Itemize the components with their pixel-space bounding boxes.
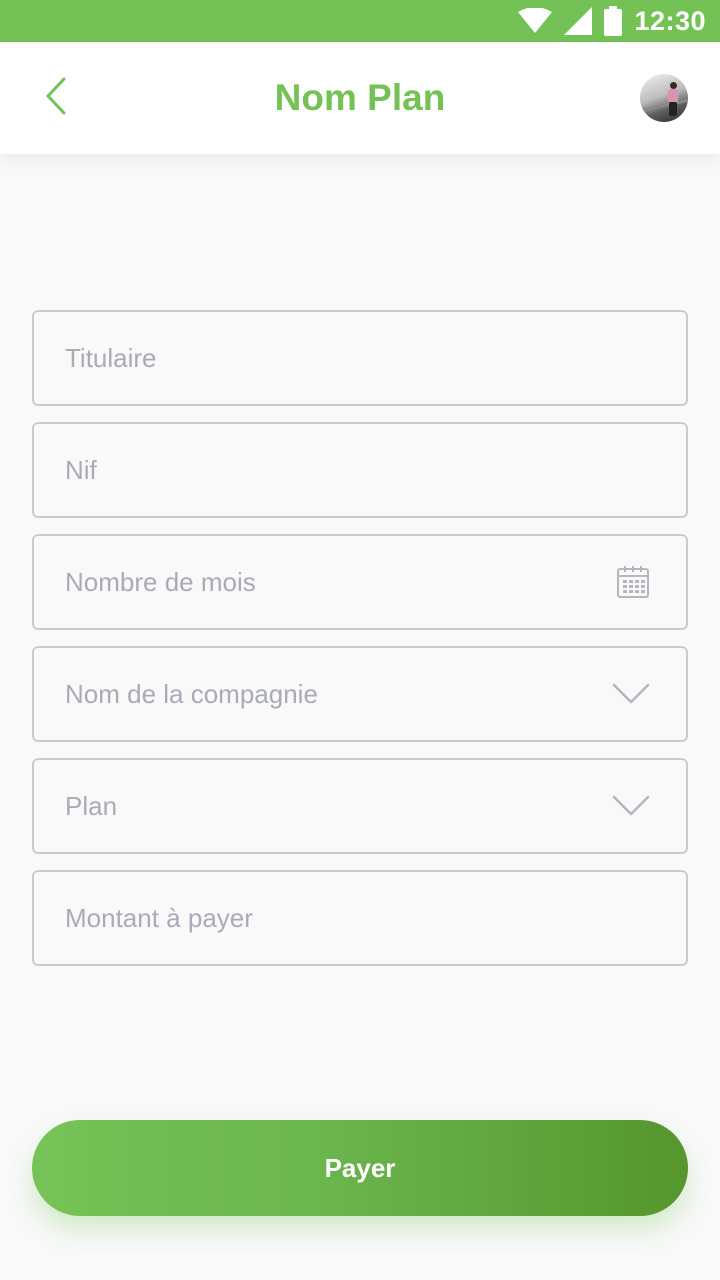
user-avatar[interactable] (640, 74, 688, 122)
payment-form (32, 310, 688, 982)
status-bar: 12:30 (0, 0, 720, 42)
nif-field (32, 422, 688, 518)
nom-de-la-compagnie-select[interactable] (34, 648, 686, 740)
pay-button[interactable]: Payer (32, 1120, 688, 1216)
plan-field[interactable] (32, 758, 688, 854)
wifi-icon (518, 8, 553, 34)
back-button[interactable] (34, 76, 78, 120)
signal-icon (564, 7, 593, 35)
nif-input[interactable] (34, 424, 686, 516)
nom-de-la-compagnie-field[interactable] (32, 646, 688, 742)
titulaire-field (32, 310, 688, 406)
screen: 12:30 Nom Plan Titulaire Nif Nombre de m… (0, 0, 720, 1280)
app-bar: Nom Plan (0, 42, 720, 154)
chevron-left-icon (44, 77, 68, 120)
titulaire-input[interactable] (34, 312, 686, 404)
nombre-de-mois-input[interactable] (34, 536, 686, 628)
status-time: 12:30 (634, 5, 706, 36)
montant-a-payer-field (32, 870, 688, 966)
montant-a-payer-input[interactable] (34, 872, 686, 964)
nombre-de-mois-field (32, 534, 688, 630)
plan-select[interactable] (34, 760, 686, 852)
battery-icon (604, 6, 623, 36)
page-title: Nom Plan (274, 77, 446, 118)
